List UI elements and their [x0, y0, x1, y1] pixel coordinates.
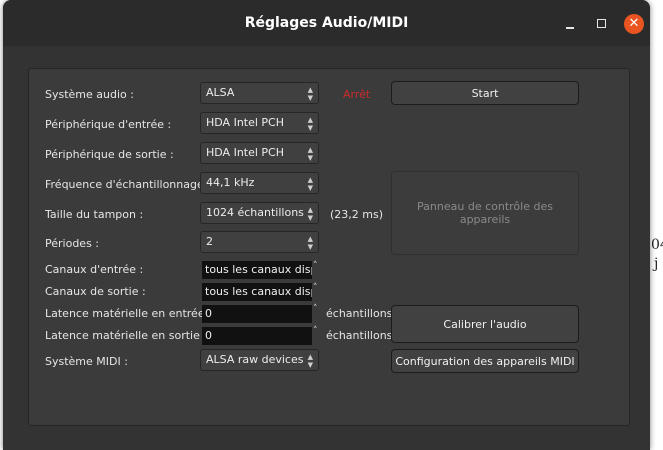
spin-arrows-icon: ▲ ▼: [307, 206, 313, 222]
sample-rate-value: 44,1 kHz: [206, 176, 255, 189]
output-device-label: Périphérique de sortie :: [45, 148, 174, 161]
buffer-size-value: 1024 échantillons: [206, 206, 304, 219]
buffer-latency: (23,2 ms): [330, 208, 384, 221]
input-latency-field[interactable]: 0: [202, 305, 312, 323]
spin-arrows-icon: ▲ ▼: [307, 86, 313, 102]
dropdown-indicator-icon[interactable]: ˄: [313, 283, 318, 293]
spin-up-icon[interactable]: ˄: [313, 326, 318, 336]
title-bar[interactable]: Réglages Audio/MIDI ✕: [3, 0, 650, 46]
close-button[interactable]: ✕: [624, 14, 644, 34]
input-device-label: Périphérique d'entrée :: [45, 118, 172, 131]
periods-label: Périodes :: [45, 237, 100, 250]
output-latency-unit: échantillons: [326, 329, 393, 342]
engine-status: Arrêt: [343, 88, 371, 101]
background-text: 04: [651, 237, 663, 253]
midi-system-select[interactable]: ALSA raw devices ▲ ▼: [200, 349, 319, 371]
spin-arrows-icon: ▲ ▼: [307, 116, 313, 132]
output-channels-label: Canaux de sortie :: [45, 285, 146, 298]
maximize-icon: [596, 19, 606, 28]
buffer-size-label: Taille du tampon :: [45, 208, 144, 221]
audio-system-select[interactable]: ALSA ▲ ▼: [200, 82, 319, 104]
background-text: j: [654, 256, 659, 272]
output-channels-field[interactable]: tous les canaux dispo: [202, 283, 312, 301]
input-latency-label: Latence matérielle en entrée :: [45, 307, 212, 320]
spin-arrows-icon: ▲ ▼: [307, 235, 313, 251]
input-device-value: HDA Intel PCH: [206, 116, 285, 129]
spin-arrows-icon: ▲ ▼: [307, 353, 313, 369]
input-latency-unit: échantillons: [326, 307, 393, 320]
midi-system-value: ALSA raw devices: [206, 353, 304, 366]
minimize-icon: [566, 27, 574, 29]
spin-arrows-icon: ▲ ▼: [307, 176, 313, 192]
settings-panel: Système audio : Périphérique d'entrée : …: [28, 68, 630, 426]
sample-rate-select[interactable]: 44,1 kHz ▲ ▼: [200, 172, 319, 194]
buffer-size-select[interactable]: 1024 échantillons ▲ ▼: [200, 202, 319, 224]
close-icon: ✕: [628, 16, 640, 31]
input-device-select[interactable]: HDA Intel PCH ▲ ▼: [200, 112, 319, 134]
calibrate-audio-button[interactable]: Calibrer l'audio: [391, 305, 579, 343]
output-device-value: HDA Intel PCH: [206, 146, 285, 159]
audio-midi-settings-window: Réglages Audio/MIDI ✕ Système audio : Pé…: [3, 0, 650, 450]
sample-rate-label: Fréquence d'échantillonnage :: [45, 178, 211, 191]
audio-system-label: Système audio :: [45, 88, 134, 101]
midi-config-button[interactable]: Configuration des appareils MIDI: [391, 349, 579, 373]
device-control-panel-button[interactable]: Panneau de contrôle des appareils: [391, 171, 579, 255]
spin-arrows-icon: ▲ ▼: [307, 146, 313, 162]
spin-up-icon[interactable]: ˄: [313, 304, 318, 314]
periods-select[interactable]: 2 ▲ ▼: [200, 231, 319, 253]
minimize-button[interactable]: [560, 14, 580, 34]
input-channels-field[interactable]: tous les canaux dispo: [202, 261, 312, 279]
dropdown-indicator-icon[interactable]: ˄: [313, 261, 318, 271]
output-latency-field[interactable]: 0: [202, 327, 312, 345]
maximize-button[interactable]: [591, 14, 611, 34]
input-channels-label: Canaux d'entrée :: [45, 263, 144, 276]
midi-system-label: Système MIDI :: [45, 355, 128, 368]
start-button[interactable]: Start: [391, 81, 579, 105]
periods-value: 2: [206, 235, 213, 248]
output-latency-label: Latence matérielle en sortie :: [45, 329, 208, 342]
window-title: Réglages Audio/MIDI: [244, 15, 409, 31]
audio-system-value: ALSA: [206, 86, 235, 99]
output-device-select[interactable]: HDA Intel PCH ▲ ▼: [200, 142, 319, 164]
